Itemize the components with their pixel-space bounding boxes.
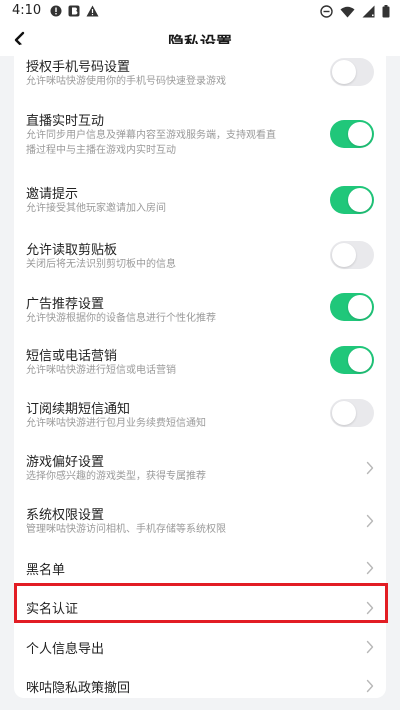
- setting-row-personal-info-export[interactable]: 个人信息导出: [14, 618, 386, 657]
- setting-row-game-preference[interactable]: 游戏偏好设置 选择你感兴趣的游戏类型，获得专属推荐: [14, 433, 386, 485]
- chevron-right-icon: [366, 461, 374, 475]
- chevron-right-icon: [366, 561, 374, 575]
- setting-row-subscription-sms[interactable]: 订阅续期短信通知 允许咪咕快游进行包月业务续费短信通知: [14, 379, 386, 433]
- setting-title: 个人信息导出: [26, 642, 105, 657]
- warning-icon: [86, 5, 99, 17]
- invite-prompt-toggle[interactable]: [330, 186, 374, 214]
- subscription-sms-toggle[interactable]: [330, 399, 374, 427]
- setting-title: 系统权限设置: [26, 508, 105, 523]
- status-notification-icons: [50, 5, 99, 17]
- setting-title: 允许读取剪贴板: [26, 243, 118, 258]
- toggle-knob: [348, 295, 372, 319]
- setting-desc: 选择你感兴趣的游戏类型，获得专属推荐: [26, 471, 206, 482]
- chevron-right-icon: [366, 514, 374, 528]
- live-interaction-toggle[interactable]: [330, 120, 374, 148]
- status-bar: 4:10: [0, 0, 400, 24]
- setting-title: 黑名单: [26, 563, 66, 578]
- toggle-knob: [348, 348, 372, 372]
- setting-title: 广告推荐设置: [26, 297, 105, 312]
- toggle-knob: [332, 60, 356, 84]
- setting-desc: 允许同步用户信息及弹幕内容至游戏服务端，支持观看直: [26, 130, 276, 141]
- setting-title: 订阅续期短信通知: [26, 402, 131, 417]
- alert-icon: [50, 5, 62, 17]
- phone-auth-toggle[interactable]: [330, 58, 374, 86]
- toggle-knob: [348, 188, 372, 212]
- battery-icon: [382, 5, 390, 18]
- status-system-icons: [320, 5, 390, 18]
- chevron-right-icon: [366, 679, 374, 693]
- setting-row-privacy-policy-withdraw[interactable]: 咪咕隐私政策撤回: [14, 657, 386, 698]
- setting-title: 实名认证: [26, 602, 79, 617]
- setting-title: 邀请提示: [26, 187, 79, 202]
- setting-title: 短信或电话营销: [26, 349, 118, 364]
- setting-title: 直播实时互动: [26, 114, 105, 129]
- setting-desc-line2: 播过程中与主播在游戏内实时互动: [26, 145, 176, 156]
- toggle-knob: [332, 401, 356, 425]
- setting-row-real-name-auth[interactable]: 实名认证: [14, 578, 386, 618]
- settings-card: 授权手机号码设置 允许咪咕快游使用你的手机号码快速登录游戏 直播实时互动 允许同…: [14, 44, 386, 698]
- setting-desc: 允许咪咕快游进行包月业务续费短信通知: [26, 418, 206, 429]
- setting-row-live-interaction[interactable]: 直播实时互动 允许同步用户信息及弹幕内容至游戏服务端，支持观看直 播过程中与主播…: [14, 90, 386, 166]
- setting-row-phone-auth[interactable]: 授权手机号码设置 允许咪咕快游使用你的手机号码快速登录游戏: [14, 44, 386, 90]
- toggle-knob: [348, 122, 372, 146]
- setting-desc: 管理咪咕快游访问相机、手机存储等系统权限: [26, 524, 226, 535]
- setting-desc: 允许咪咕快游进行短信或电话营销: [26, 365, 176, 376]
- status-time: 4:10: [12, 3, 42, 18]
- sms-marketing-toggle[interactable]: [330, 346, 374, 374]
- setting-desc: 允许接受其他玩家邀请加入房间: [26, 203, 166, 214]
- dnd-icon: [320, 5, 333, 18]
- setting-row-system-permissions[interactable]: 系统权限设置 管理咪咕快游访问相机、手机存储等系统权限: [14, 485, 386, 539]
- setting-row-clipboard[interactable]: 允许读取剪贴板 关闭后将无法识别剪切板中的信息: [14, 221, 386, 274]
- clipboard-toggle[interactable]: [330, 241, 374, 269]
- setting-row-ad-recommend[interactable]: 广告推荐设置 允许快游根据你的设备信息进行个性化推荐: [14, 274, 386, 326]
- setting-row-invite-prompt[interactable]: 邀请提示 允许接受其他玩家邀请加入房间: [14, 166, 386, 221]
- setting-title: 游戏偏好设置: [26, 455, 105, 470]
- setting-desc: 允许快游根据你的设备信息进行个性化推荐: [26, 313, 216, 324]
- wifi-icon: [340, 6, 355, 17]
- toggle-knob: [332, 243, 356, 267]
- setting-desc: 允许咪咕快游使用你的手机号码快速登录游戏: [26, 76, 226, 87]
- ad-recommend-toggle[interactable]: [330, 293, 374, 321]
- setting-row-blacklist[interactable]: 黑名单: [14, 539, 386, 578]
- b-icon: [68, 5, 80, 17]
- setting-desc: 关闭后将无法识别剪切板中的信息: [26, 259, 176, 270]
- setting-row-sms-marketing[interactable]: 短信或电话营销 允许咪咕快游进行短信或电话营销: [14, 326, 386, 379]
- setting-title: 授权手机号码设置: [26, 60, 131, 75]
- setting-title: 咪咕隐私政策撤回: [26, 681, 131, 696]
- signal-icon: [362, 5, 375, 18]
- chevron-right-icon: [366, 601, 374, 615]
- chevron-right-icon: [366, 640, 374, 654]
